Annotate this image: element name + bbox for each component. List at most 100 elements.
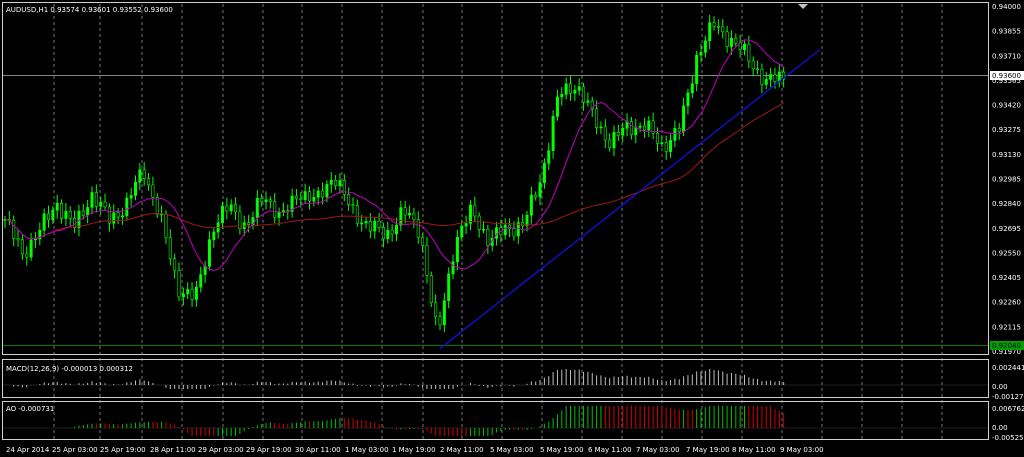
candle-body xyxy=(638,125,642,128)
candle-body xyxy=(12,219,16,239)
candle-body xyxy=(360,222,364,225)
candle-body xyxy=(729,38,733,47)
candle-body xyxy=(542,162,546,183)
candle-body xyxy=(334,180,338,186)
candle-body xyxy=(525,214,529,227)
candle-body xyxy=(547,150,551,164)
candle-body xyxy=(221,205,225,224)
candle-body xyxy=(551,116,555,151)
candle-body xyxy=(721,26,725,33)
ao-tick-label: -0.00525 xyxy=(992,434,1023,442)
candle-body xyxy=(303,191,307,200)
candle-body xyxy=(612,131,616,149)
ma-fast-line xyxy=(4,39,784,272)
candle-body xyxy=(277,212,281,218)
candle-body xyxy=(764,79,768,85)
candle-body xyxy=(255,198,259,218)
candle-body xyxy=(168,237,172,260)
candle-body xyxy=(64,211,68,219)
candle-body xyxy=(338,180,342,186)
candle-body xyxy=(669,140,673,152)
time-tick-label: 5 May 03:00 xyxy=(490,446,534,454)
candle-body xyxy=(394,224,398,235)
candle-body xyxy=(299,198,303,200)
price-tick-label: 0.92405 xyxy=(992,274,1021,282)
time-tick-label: 2 May 11:00 xyxy=(440,446,484,454)
macd-header: MACD(12,26,9) -0.000013 0.000312 xyxy=(6,365,133,373)
candle-body xyxy=(451,261,455,275)
candle-body xyxy=(608,139,612,149)
candle-body xyxy=(595,108,599,128)
candle-body xyxy=(342,180,346,195)
candle-body xyxy=(708,22,712,42)
candle-body xyxy=(355,205,359,224)
price-tick-label: 0.92260 xyxy=(992,299,1021,307)
candle-body xyxy=(673,128,677,141)
candle-body xyxy=(329,180,333,185)
candle-body xyxy=(399,207,403,226)
price-tick-label: 0.93855 xyxy=(992,28,1021,36)
candle-body xyxy=(364,221,368,224)
candle-body xyxy=(751,60,755,70)
candle-body xyxy=(412,212,416,220)
candle-body xyxy=(138,169,142,183)
price-chart[interactable]: AUDUSD,H1 0.93574 0.93601 0.93552 0.9360… xyxy=(0,0,1024,457)
candle-body xyxy=(225,205,229,212)
ao-series xyxy=(56,406,785,436)
candle-body xyxy=(716,26,720,28)
macd-tick-label: 0.00 xyxy=(992,383,1008,391)
main-header: AUDUSD,H1 0.93574 0.93601 0.93552 0.9360… xyxy=(6,6,173,14)
time-tick-label: 7 May 03:00 xyxy=(636,446,680,454)
shift-marker-icon[interactable] xyxy=(798,4,808,9)
candle-body xyxy=(699,52,703,56)
time-tick-label: 6 May 11:00 xyxy=(588,446,632,454)
time-tick-label: 1 May 03:00 xyxy=(345,446,389,454)
time-tick-label: 1 May 19:00 xyxy=(392,446,436,454)
candle-body xyxy=(147,178,151,186)
candle-body xyxy=(129,195,133,199)
candle-body xyxy=(664,142,668,152)
candle-body xyxy=(603,126,607,141)
candle-body xyxy=(773,74,777,82)
candle-body xyxy=(769,74,773,80)
ao-pane xyxy=(2,401,989,440)
candle-body xyxy=(212,231,216,240)
candle-body xyxy=(390,229,394,235)
price-tick-label: 0.93710 xyxy=(992,52,1021,60)
candle-body xyxy=(629,121,633,136)
candle-body xyxy=(495,227,499,239)
candle-body xyxy=(120,215,124,218)
candle-body xyxy=(512,228,516,237)
candle-body xyxy=(677,128,681,133)
candle-body xyxy=(42,213,46,231)
price-tick-label: 0.94000 xyxy=(992,3,1021,11)
macd-tick-label: 0.002441 xyxy=(992,364,1024,372)
candle-body xyxy=(181,293,185,298)
candle-body xyxy=(686,92,690,107)
candle-body xyxy=(503,224,507,236)
candle-body xyxy=(268,199,272,202)
time-tick-label: 5 May 19:00 xyxy=(540,446,584,454)
candle-body xyxy=(760,69,764,85)
candle-body xyxy=(316,190,320,198)
price-tick-label: 0.92115 xyxy=(992,323,1021,331)
candle-body xyxy=(534,194,538,198)
candle-body xyxy=(68,211,72,219)
candle-body xyxy=(186,289,190,295)
candle-body xyxy=(307,191,311,202)
candle-body xyxy=(273,201,277,218)
price-tick-label: 0.92550 xyxy=(992,249,1021,257)
candle-body xyxy=(660,142,664,145)
candle-body xyxy=(151,184,155,198)
candle-body xyxy=(621,127,625,136)
time-tick-label: 29 Apr 03:00 xyxy=(198,446,244,454)
candle-body xyxy=(756,68,760,71)
candle-body xyxy=(695,54,699,84)
macd-pane xyxy=(2,359,989,398)
candle-body xyxy=(408,212,412,216)
chart-window[interactable]: AUDUSD,H1 0.93574 0.93601 0.93552 0.9360… xyxy=(0,0,1024,457)
candle-body xyxy=(81,210,85,216)
candle-body xyxy=(529,194,533,216)
candle-body xyxy=(325,184,329,198)
candle-body xyxy=(538,182,542,198)
